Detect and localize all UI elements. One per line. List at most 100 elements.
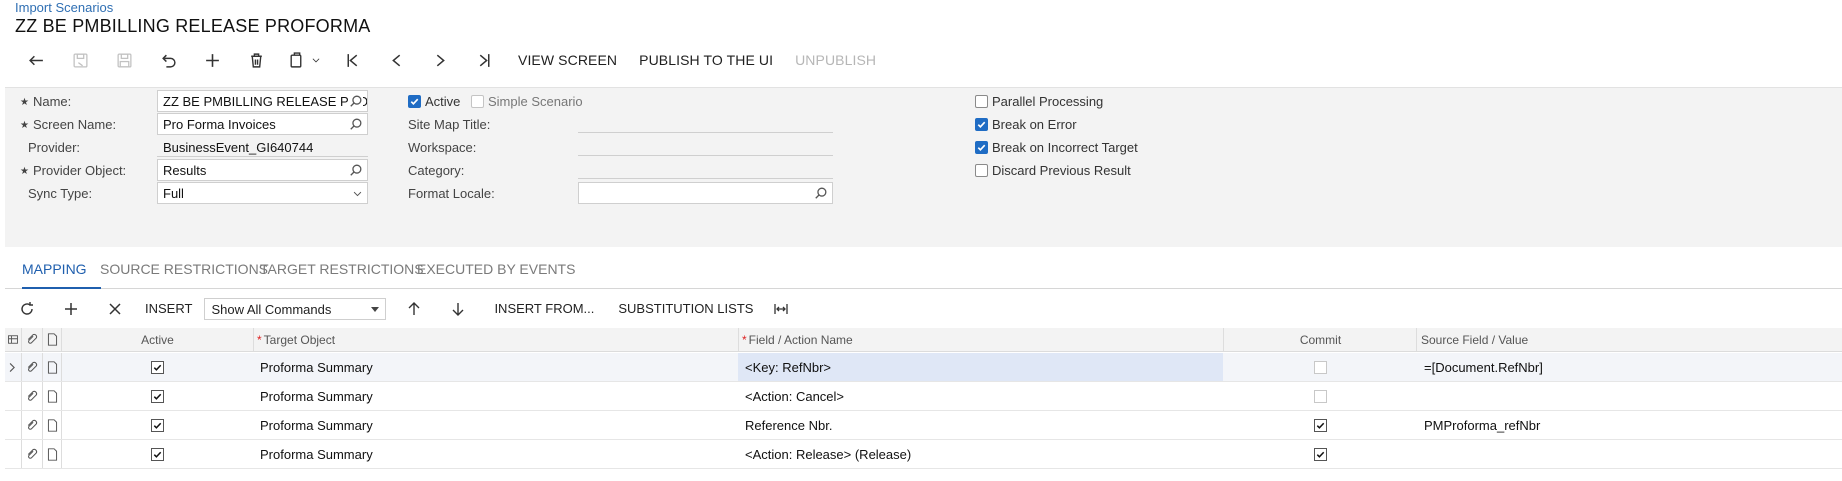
search-icon[interactable] — [814, 186, 828, 200]
back-button[interactable] — [14, 48, 58, 72]
paperclip-icon[interactable] — [24, 382, 38, 410]
field-action-name-cell[interactable]: <Action: Release> (Release) — [745, 440, 1215, 468]
active-cell[interactable] — [62, 382, 253, 410]
chevron-right-icon — [6, 361, 19, 374]
note-icon[interactable] — [45, 440, 59, 468]
checkbox-checked-icon[interactable] — [151, 389, 164, 403]
add-button[interactable] — [190, 48, 234, 72]
break-on-error-checkbox[interactable]: Break on Error — [975, 117, 1077, 132]
tab-target-restrictions[interactable]: TARGET RESTRICTIONS — [260, 261, 424, 287]
checkbox-unchecked-icon[interactable] — [1314, 389, 1327, 403]
source-field-value-cell[interactable] — [1424, 382, 1839, 410]
substitution-lists-button[interactable]: SUBSTITUTION LISTS — [618, 301, 753, 316]
note-icon[interactable] — [45, 382, 59, 410]
row-indicator[interactable] — [5, 411, 19, 439]
save-button[interactable] — [102, 48, 146, 72]
insert-button[interactable]: INSERT — [145, 301, 192, 316]
sync-type-select[interactable]: Full — [157, 182, 368, 204]
commands-filter-select[interactable]: Show All Commands — [204, 297, 387, 320]
active-cell[interactable] — [62, 411, 253, 439]
note-icon[interactable] — [45, 353, 59, 381]
active-cell[interactable] — [62, 440, 253, 468]
search-icon[interactable] — [349, 163, 363, 177]
checkbox-checked-icon[interactable] — [151, 418, 164, 432]
active-cell[interactable] — [62, 353, 253, 381]
table-row[interactable]: Proforma Summary <Action: Release> (Relea… — [5, 440, 1842, 469]
clipboard-menu-button[interactable] — [278, 48, 330, 72]
view-screen-button[interactable]: VIEW SCREEN — [518, 52, 617, 68]
tab-source-restrictions[interactable]: SOURCE RESTRICTIONS — [100, 261, 268, 287]
table-row[interactable]: Proforma Summary Reference Nbr. PMProforma… — [5, 411, 1842, 440]
column-header-field-action-name[interactable]: * Field / Action Name — [742, 328, 1222, 351]
screen-name-field[interactable]: Pro Forma Invoices — [157, 113, 368, 135]
source-field-value-cell[interactable] — [1424, 440, 1839, 468]
tab-executed-by-events[interactable]: EXECUTED BY EVENTS — [417, 261, 575, 287]
break-on-incorrect-target-checkbox[interactable]: Break on Incorrect Target — [975, 140, 1138, 155]
provider-object-field[interactable]: Results — [157, 159, 368, 181]
workspace-field[interactable] — [578, 155, 833, 156]
parallel-processing-checkbox[interactable]: Parallel Processing — [975, 94, 1103, 109]
commit-cell[interactable] — [1224, 353, 1417, 381]
last-record-button[interactable] — [462, 48, 506, 72]
target-object-cell[interactable]: Proforma Summary — [260, 411, 730, 439]
refresh-button[interactable] — [5, 296, 49, 322]
add-row-button[interactable] — [49, 296, 93, 322]
simple-scenario-checkbox[interactable]: Simple Scenario — [471, 94, 583, 109]
row-indicator[interactable] — [5, 382, 19, 410]
source-field-value-cell[interactable]: =[Document.RefNbr] — [1424, 353, 1839, 381]
next-record-button[interactable] — [418, 48, 462, 72]
search-icon[interactable] — [349, 117, 363, 131]
parallel-processing-label: Parallel Processing — [992, 94, 1104, 109]
source-field-value-cell[interactable]: PMProforma_refNbr — [1424, 411, 1839, 439]
breadcrumb-import-scenarios[interactable]: Import Scenarios — [15, 0, 113, 15]
move-up-button[interactable] — [392, 296, 436, 322]
insert-from-button[interactable]: INSERT FROM... — [494, 301, 594, 316]
row-indicator[interactable] — [5, 353, 19, 381]
delete-row-button[interactable] — [93, 296, 137, 322]
commit-cell[interactable] — [1224, 382, 1417, 410]
discard-previous-result-checkbox[interactable]: Discard Previous Result — [975, 163, 1131, 178]
checkbox-unchecked-icon[interactable] — [1314, 360, 1327, 374]
column-header-commit[interactable]: Commit — [1224, 328, 1417, 351]
column-header-active[interactable]: Active — [62, 328, 253, 351]
format-locale-field[interactable] — [578, 182, 833, 204]
publish-to-ui-button[interactable]: PUBLISH TO THE UI — [639, 52, 773, 68]
active-checkbox[interactable]: Active — [408, 94, 460, 109]
field-action-name-cell[interactable]: Reference Nbr. — [745, 411, 1215, 439]
search-icon[interactable] — [349, 94, 363, 108]
table-row[interactable]: Proforma Summary <Action: Cancel> — [5, 382, 1842, 411]
checkbox-checked-icon[interactable] — [1314, 418, 1327, 432]
name-field[interactable]: ZZ BE PMBILLING RELEASE PROFORMA — [157, 90, 368, 112]
paperclip-icon[interactable] — [24, 411, 38, 439]
commit-cell[interactable] — [1224, 440, 1417, 468]
commands-filter-value: Show All Commands — [211, 301, 332, 317]
checkbox-checked-icon[interactable] — [151, 360, 164, 374]
target-object-cell[interactable]: Proforma Summary — [260, 382, 730, 410]
delete-button[interactable] — [234, 48, 278, 72]
fit-columns-button[interactable] — [759, 296, 803, 322]
field-action-name-cell[interactable]: <Key: RefNbr> — [745, 353, 1215, 381]
column-header-target-object[interactable]: * Target Object — [257, 328, 737, 351]
site-map-title-field[interactable] — [578, 132, 833, 133]
row-indicator[interactable] — [5, 440, 19, 468]
move-down-button[interactable] — [436, 296, 480, 322]
target-object-cell[interactable]: Proforma Summary — [260, 353, 730, 381]
tab-mapping[interactable]: MAPPING — [22, 261, 101, 289]
previous-record-button[interactable] — [374, 48, 418, 72]
field-action-name-cell[interactable]: <Action: Cancel> — [745, 382, 1215, 410]
note-icon[interactable] — [45, 411, 59, 439]
cancel-button[interactable] — [146, 48, 190, 72]
first-record-button[interactable] — [330, 48, 374, 72]
checkbox-checked-icon[interactable] — [151, 447, 164, 461]
checkbox-checked-icon[interactable] — [1314, 447, 1327, 461]
save-close-button[interactable] — [58, 48, 102, 72]
unpublish-button[interactable]: UNPUBLISH — [795, 52, 876, 68]
paperclip-icon[interactable] — [24, 440, 38, 468]
commit-cell[interactable] — [1224, 411, 1417, 439]
table-row[interactable]: Proforma Summary <Key: RefNbr> =[Document.… — [5, 353, 1842, 382]
target-object-cell[interactable]: Proforma Summary — [260, 440, 730, 468]
category-field[interactable] — [578, 178, 833, 179]
column-header-source-field-value[interactable]: Source Field / Value — [1421, 328, 1841, 351]
paperclip-icon[interactable] — [24, 353, 38, 381]
grid-settings-icon[interactable] — [7, 328, 19, 351]
